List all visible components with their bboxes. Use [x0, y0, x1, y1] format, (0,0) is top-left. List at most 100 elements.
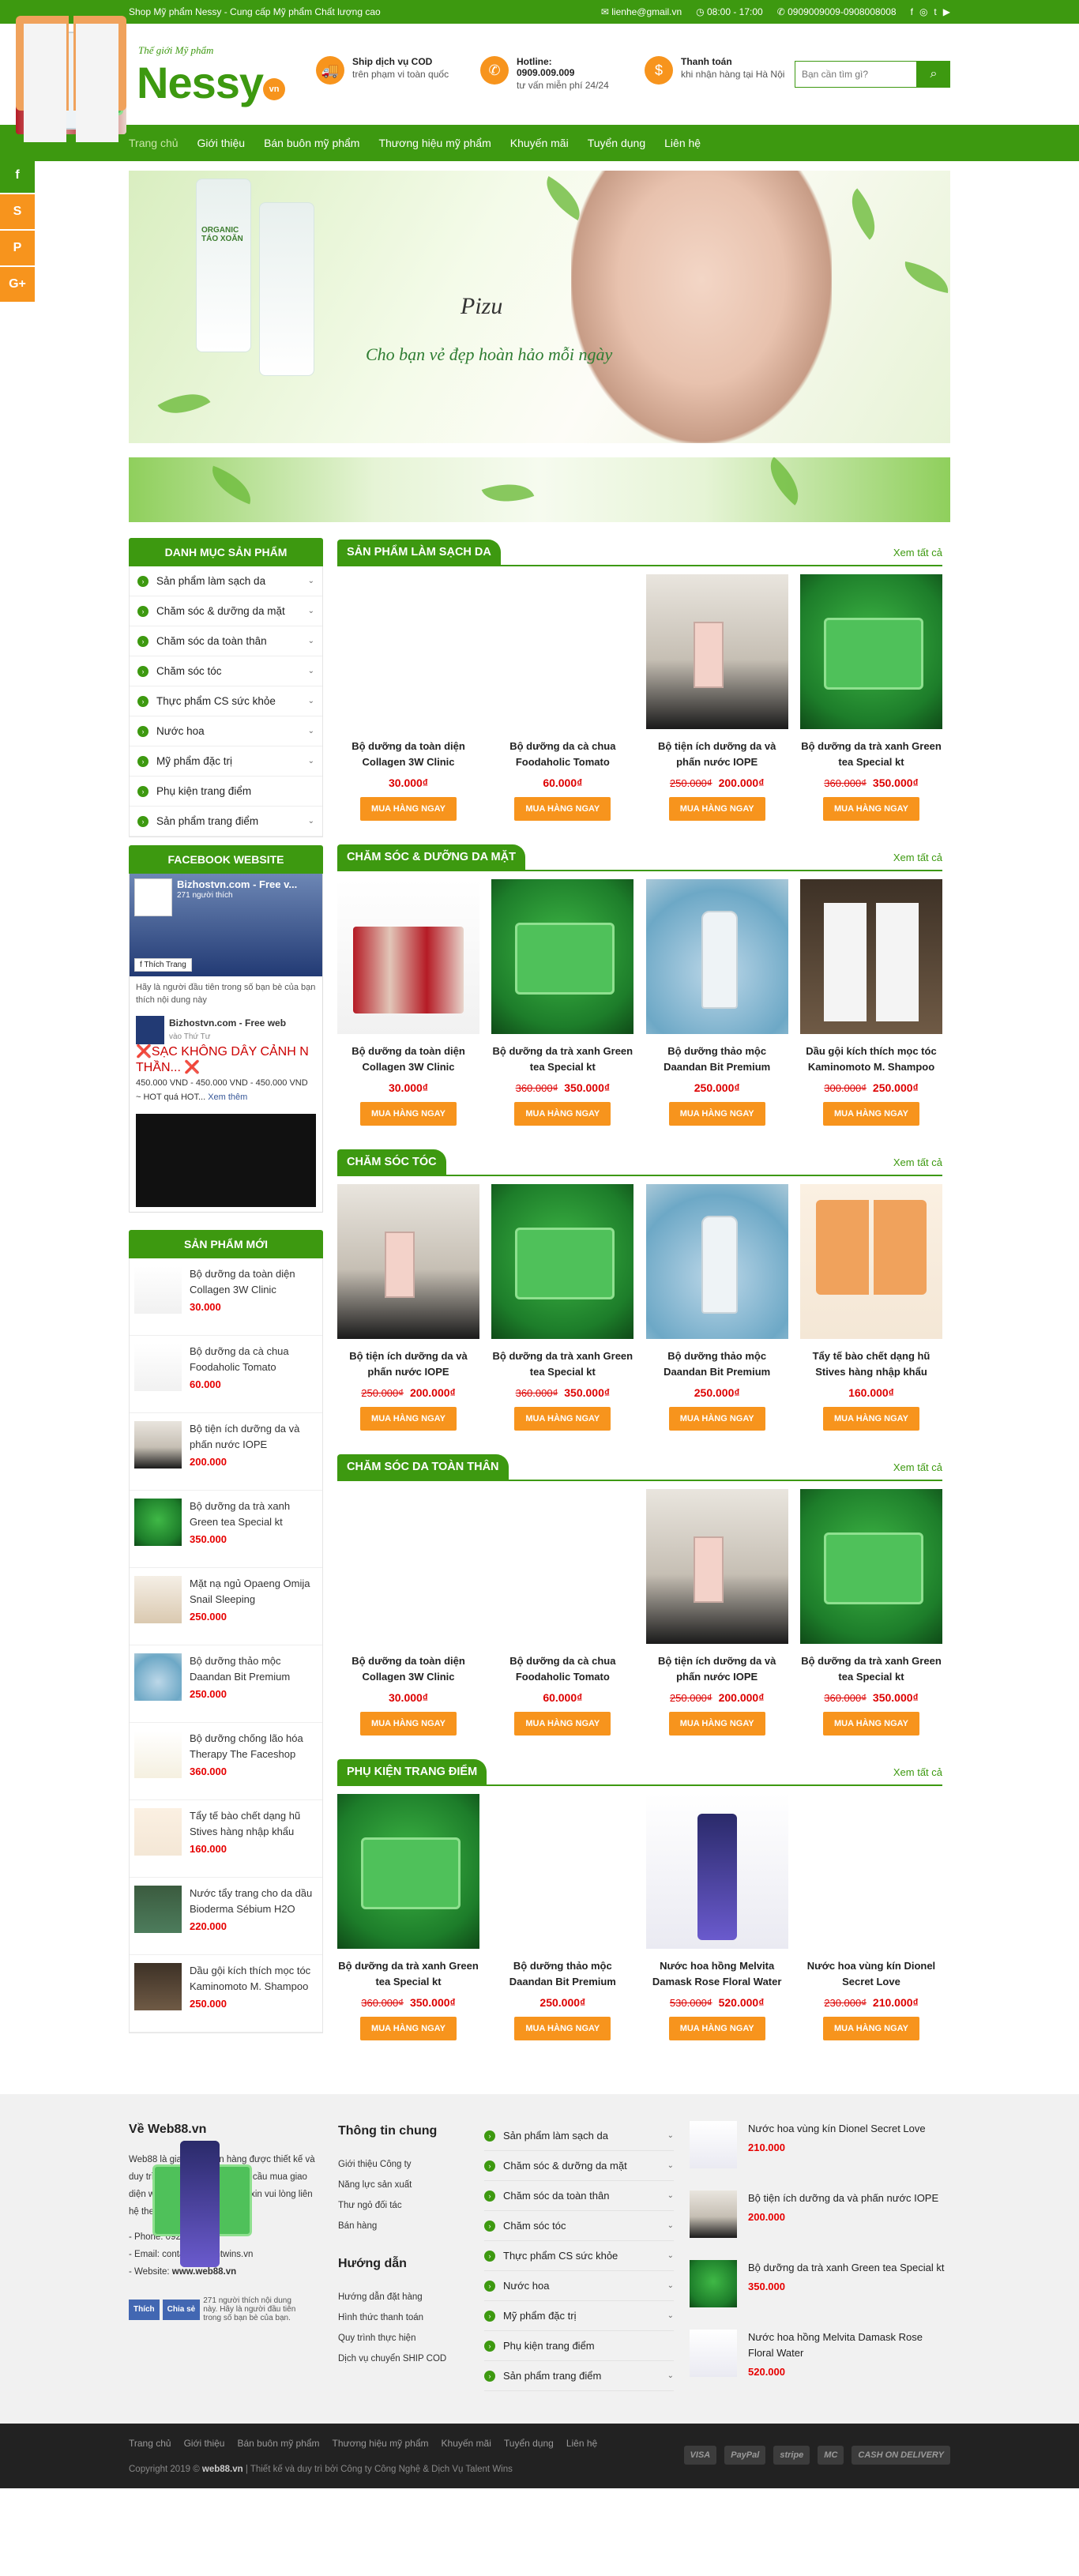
product-image[interactable]	[645, 879, 788, 1034]
sidebar-category-item[interactable]: › Nước hoa ⌄	[130, 716, 322, 746]
product-name[interactable]: Bộ dưỡng da trà xanh Green tea Special k…	[748, 2260, 945, 2276]
bottom-nav-link[interactable]: Khuyến mãi	[442, 2438, 491, 2449]
see-all-link[interactable]: Xem tất cả	[893, 852, 942, 863]
product-image[interactable]	[491, 879, 634, 1034]
footer-guide-link[interactable]: Hướng dẫn đặt hàng	[338, 2287, 484, 2307]
footer-category-item[interactable]: › Chăm sóc & dưỡng da mặt ⌄	[484, 2151, 674, 2181]
product-name[interactable]: Bộ dưỡng da trà xanh Green tea Special k…	[190, 1499, 318, 1530]
section-title[interactable]: PHỤ KIỆN TRANG ĐIỂM	[337, 1759, 487, 1784]
product-name[interactable]: Bộ dưỡng chống lão hóa Therapy The Faces…	[190, 1731, 318, 1762]
product-name[interactable]: Nước hoa hồng Melvita Damask Rose Floral…	[646, 1958, 788, 1990]
sidebar-category-item[interactable]: › Chăm sóc & dưỡng da mặt ⌄	[130, 596, 322, 626]
section-title[interactable]: CHĂM SÓC DA TOÀN THÂN	[337, 1454, 509, 1480]
pinterest-icon[interactable]: P	[0, 231, 35, 265]
bottom-nav-link[interactable]: Tuyển dụng	[504, 2438, 554, 2449]
product-name[interactable]: Bộ dưỡng da toàn diện Collagen 3W Clinic	[337, 1044, 479, 1075]
sidebar-category-item[interactable]: › Thực phẩm CS sức khỏe ⌄	[130, 686, 322, 716]
facebook-video[interactable]	[136, 1114, 316, 1207]
product-name[interactable]: Bộ dưỡng thảo mộc Daandan Bit Premium	[491, 1958, 633, 1990]
product-image[interactable]	[337, 879, 479, 1034]
buy-now-button[interactable]: MUA HÀNG NGAY	[823, 797, 919, 821]
product-name[interactable]: Bộ dưỡng da toàn diện Collagen 3W Clinic	[337, 739, 479, 770]
chevron-down-icon[interactable]: ⌄	[308, 667, 314, 675]
nav-item[interactable]: Khuyến mãi	[510, 137, 569, 149]
product-image[interactable]	[799, 1184, 942, 1339]
buy-now-button[interactable]: MUA HÀNG NGAY	[360, 1407, 457, 1431]
chevron-down-icon[interactable]: ⌄	[308, 637, 314, 645]
buy-now-button[interactable]: MUA HÀNG NGAY	[514, 1102, 611, 1126]
product-image[interactable]	[491, 574, 634, 729]
product-name[interactable]: Bộ dưỡng da cà chua Foodaholic Tomato	[491, 1653, 633, 1685]
see-all-link[interactable]: Xem tất cả	[893, 1766, 942, 1778]
new-product-item[interactable]: Dầu gội kích thích mọc tóc Kaminomoto M.…	[130, 1955, 322, 2033]
section-title[interactable]: SẢN PHẨM LÀM SẠCH DA	[337, 540, 501, 565]
see-all-link[interactable]: Xem tất cả	[893, 547, 942, 558]
product-thumbnail[interactable]	[134, 1266, 182, 1314]
footer-guide-link[interactable]: Hình thức thanh toán	[338, 2307, 484, 2328]
footer-category-item[interactable]: › Thực phẩm CS sức khỏe ⌄	[484, 2241, 674, 2271]
footer-category-item[interactable]: › Phụ kiện trang điểm	[484, 2331, 674, 2361]
product-name[interactable]: Nước hoa vùng kín Dionel Secret Love	[800, 1958, 942, 1990]
buy-now-button[interactable]: MUA HÀNG NGAY	[823, 1407, 919, 1431]
facebook-like-page-button[interactable]: f Thích Trang	[134, 958, 192, 972]
product-image[interactable]	[645, 1489, 788, 1644]
product-name[interactable]: Bộ dưỡng da trà xanh Green tea Special k…	[337, 1958, 479, 1990]
chevron-down-icon[interactable]: ⌄	[308, 757, 314, 765]
top-email[interactable]: ✉ lienhe@gmail.vn	[601, 6, 682, 17]
buy-now-button[interactable]: MUA HÀNG NGAY	[668, 2017, 765, 2040]
product-thumbnail[interactable]	[134, 1499, 182, 1546]
footer-category-item[interactable]: › Nước hoa ⌄	[484, 2271, 674, 2301]
footer-product-item[interactable]: Nước hoa vùng kín Dionel Secret Love 210.…	[690, 2121, 950, 2168]
section-title[interactable]: CHĂM SÓC TÓC	[337, 1149, 446, 1175]
product-image[interactable]	[337, 1184, 479, 1339]
fb-share-button[interactable]: Chia sẻ	[162, 2299, 201, 2320]
search-button[interactable]: ⌕	[917, 61, 950, 88]
product-name[interactable]: Bộ dưỡng da cà chua Foodaholic Tomato	[491, 739, 633, 770]
chevron-down-icon[interactable]: ⌄	[308, 607, 314, 615]
product-thumbnail[interactable]	[134, 1731, 182, 1778]
new-product-item[interactable]: Bộ dưỡng chống lão hóa Therapy The Faces…	[130, 1723, 322, 1800]
new-product-item[interactable]: Bộ dưỡng da trà xanh Green tea Special k…	[130, 1491, 322, 1568]
site-logo[interactable]: Thế giới Mỹ phẩm Nessy vn	[129, 35, 316, 114]
nav-item[interactable]: Liên hệ	[664, 137, 701, 149]
product-thumbnail[interactable]	[134, 1963, 182, 2010]
product-image[interactable]	[491, 1489, 634, 1644]
nav-item[interactable]: Trang chủ	[129, 137, 179, 149]
product-name[interactable]: Bộ dưỡng thảo mộc Daandan Bit Premium	[190, 1653, 318, 1685]
new-product-item[interactable]: Bộ dưỡng da toàn diện Collagen 3W Clinic…	[130, 1258, 322, 1336]
search-input[interactable]	[795, 61, 917, 88]
footer-guide-link[interactable]: Quy trình thực hiện	[338, 2328, 484, 2348]
product-thumbnail[interactable]	[690, 2260, 737, 2307]
chevron-down-icon[interactable]: ⌄	[308, 727, 314, 735]
product-name[interactable]: Bộ dưỡng da trà xanh Green tea Special k…	[491, 1348, 633, 1380]
facebook-icon[interactable]: f	[911, 6, 913, 17]
sidebar-category-item[interactable]: › Chăm sóc tóc ⌄	[130, 656, 322, 686]
bottom-nav-link[interactable]: Thương hiệu mỹ phẩm	[333, 2438, 429, 2449]
product-image[interactable]	[491, 1794, 634, 1949]
new-product-item[interactable]: Bộ tiện ích dưỡng da và phấn nước IOPE 20…	[130, 1413, 322, 1491]
product-thumbnail[interactable]	[134, 1576, 182, 1623]
product-thumbnail[interactable]	[134, 1886, 182, 1933]
footer-product-item[interactable]: Nước hoa hồng Melvita Damask Rose Floral…	[690, 2330, 950, 2378]
facebook-icon[interactable]: f	[0, 158, 35, 193]
chevron-down-icon[interactable]: ⌄	[667, 2191, 674, 2200]
youtube-icon[interactable]: ▶	[943, 6, 950, 17]
product-image[interactable]	[799, 879, 942, 1034]
product-name[interactable]: Dầu gội kích thích mọc tóc Kaminomoto M.…	[190, 1963, 318, 1995]
chevron-down-icon[interactable]: ⌄	[667, 2131, 674, 2140]
product-thumbnail[interactable]	[690, 2121, 737, 2168]
sidebar-category-item[interactable]: › Sản phẩm trang điểm ⌄	[130, 807, 322, 837]
new-product-item[interactable]: Bộ dưỡng da cà chua Foodaholic Tomato 60.…	[130, 1336, 322, 1413]
product-thumbnail[interactable]	[134, 1421, 182, 1469]
footer-info-link[interactable]: Bán hàng	[338, 2216, 484, 2236]
footer-product-item[interactable]: Bộ dưỡng da trà xanh Green tea Special k…	[690, 2260, 950, 2307]
product-image[interactable]	[799, 574, 942, 729]
product-name[interactable]: Bộ dưỡng da cà chua Foodaholic Tomato	[190, 1344, 318, 1375]
buy-now-button[interactable]: MUA HÀNG NGAY	[514, 1407, 611, 1431]
hero-banner[interactable]: ORGANIC TÁO XOĂN Pizu Cho bạn vẻ đẹp hoà…	[129, 171, 950, 443]
sidebar-category-item[interactable]: › Phụ kiện trang điểm	[130, 777, 322, 807]
product-thumbnail[interactable]	[690, 2330, 737, 2377]
buy-now-button[interactable]: MUA HÀNG NGAY	[668, 1712, 765, 1736]
chevron-down-icon[interactable]: ⌄	[308, 577, 314, 585]
chevron-down-icon[interactable]: ⌄	[308, 697, 314, 705]
